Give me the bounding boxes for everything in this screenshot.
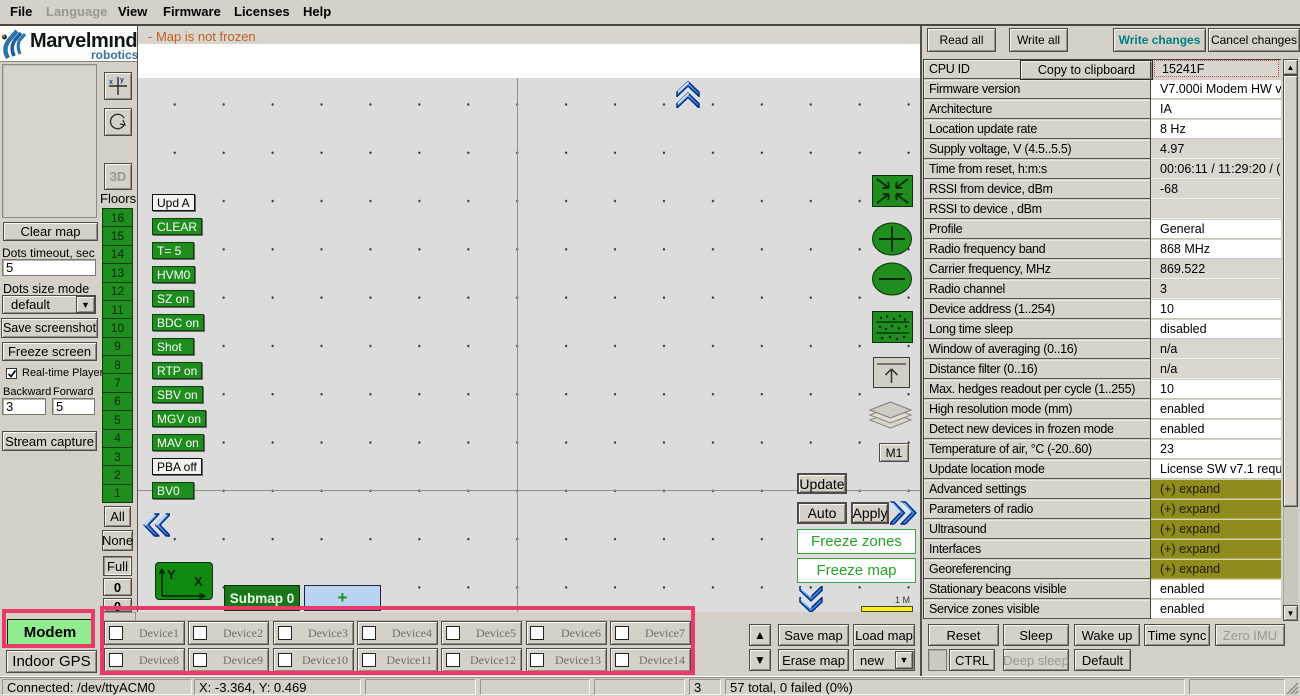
svg-text:y: y xyxy=(120,77,124,84)
svg-text:Y: Y xyxy=(167,567,176,582)
svg-text:x: x xyxy=(109,79,113,86)
svg-text:X: X xyxy=(194,574,203,589)
